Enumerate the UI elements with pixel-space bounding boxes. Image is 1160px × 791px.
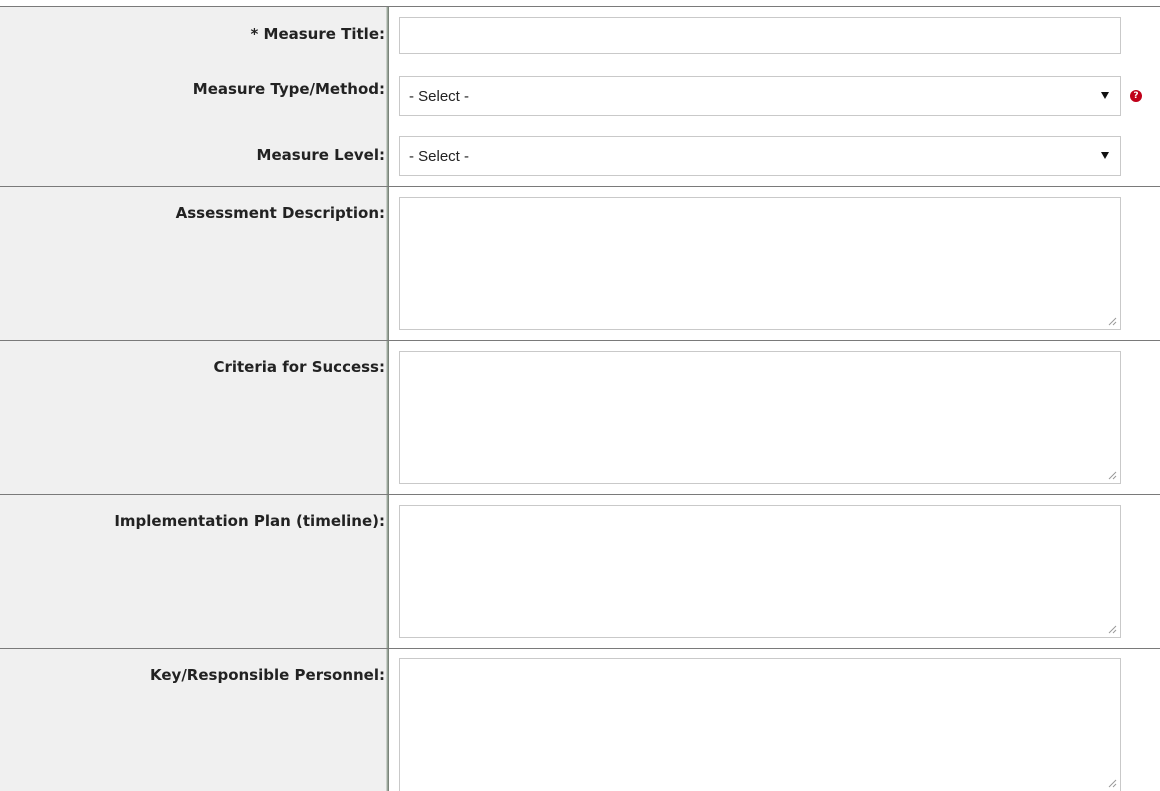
measure-type-method-label: Measure Type/Method: [192, 80, 385, 98]
resize-grip-icon[interactable] [1108, 471, 1117, 480]
measure-title-label: * Measure Title: [250, 25, 385, 43]
assessment-description-label: Assessment Description: [175, 204, 385, 222]
criteria-for-success-textarea[interactable] [399, 351, 1121, 484]
measure-type-method-selected: - Select - [409, 88, 470, 105]
resize-grip-icon[interactable] [1108, 317, 1117, 326]
implementation-plan-textarea[interactable] [399, 505, 1121, 638]
measure-level-selected: - Select - [409, 148, 470, 165]
key-responsible-personnel-label: Key/Responsible Personnel: [150, 666, 385, 684]
chevron-down-icon [1101, 152, 1109, 159]
measure-type-method-select[interactable]: - Select - [399, 76, 1121, 116]
resize-grip-icon[interactable] [1108, 625, 1117, 634]
row-divider [0, 494, 1160, 495]
row-divider [0, 648, 1160, 649]
column-separator [386, 7, 389, 791]
row-divider [0, 186, 1160, 187]
measure-form: * Measure Title: Measure Type/Method: - … [0, 0, 1160, 791]
assessment-description-textarea[interactable] [399, 197, 1121, 330]
measure-title-input[interactable] [399, 17, 1121, 54]
implementation-plan-label: Implementation Plan (timeline): [114, 512, 385, 530]
resize-grip-icon[interactable] [1108, 779, 1117, 788]
chevron-down-icon [1101, 92, 1109, 99]
criteria-for-success-label: Criteria for Success: [213, 358, 385, 376]
measure-level-select[interactable]: - Select - [399, 136, 1121, 176]
measure-level-label: Measure Level: [256, 146, 385, 164]
row-divider [0, 340, 1160, 341]
help-icon[interactable]: ? [1130, 90, 1142, 102]
key-responsible-personnel-textarea[interactable] [399, 658, 1121, 791]
